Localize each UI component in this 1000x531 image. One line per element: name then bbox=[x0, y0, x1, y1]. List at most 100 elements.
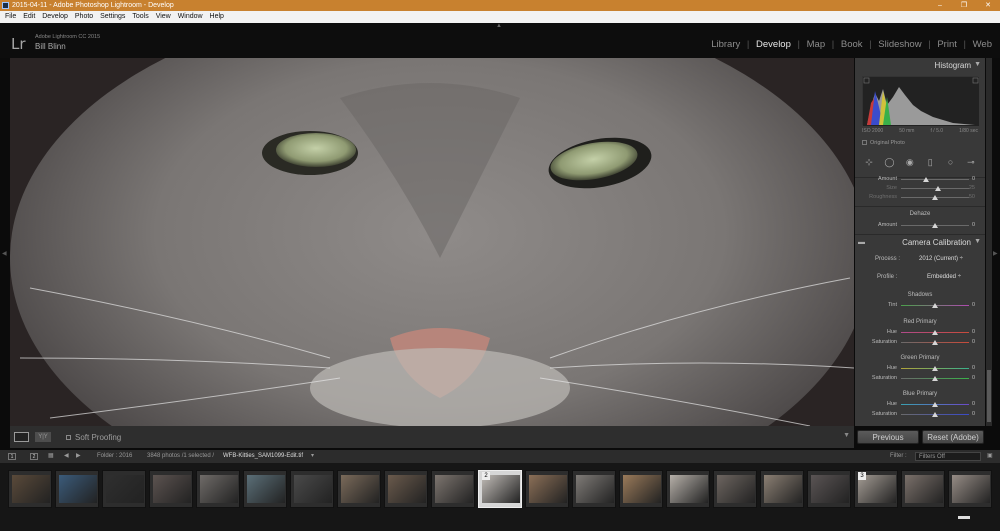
filmstrip-thumbnail[interactable] bbox=[760, 470, 804, 508]
original-photo-toggle[interactable]: Original Photo bbox=[862, 140, 905, 146]
slider-thumb[interactable] bbox=[932, 412, 938, 417]
slider-value[interactable]: 0 bbox=[972, 221, 975, 230]
minimize-button[interactable]: – bbox=[928, 0, 952, 11]
menu-window[interactable]: Window bbox=[178, 11, 203, 23]
filmstrip-thumbnail[interactable] bbox=[8, 470, 52, 508]
module-slideshow[interactable]: Slideshow bbox=[878, 39, 921, 50]
slider-amount[interactable]: Amount 0 bbox=[855, 175, 985, 184]
filmstrip-thumbnail[interactable] bbox=[102, 470, 146, 508]
menu-develop[interactable]: Develop bbox=[42, 11, 68, 23]
reset-adobe-button[interactable]: Reset (Adobe) bbox=[922, 430, 984, 444]
module-develop[interactable]: Develop bbox=[756, 39, 791, 50]
selected-filename[interactable]: WFB-Kitties_SAM1099-Edit.tif bbox=[223, 450, 303, 463]
slider-red-saturation[interactable]: Saturation 0 bbox=[855, 338, 985, 347]
radial-filter-icon[interactable]: ○ bbox=[944, 157, 958, 167]
menu-tools[interactable]: Tools bbox=[132, 11, 148, 23]
folder-source[interactable]: Folder : 2016 bbox=[97, 450, 132, 463]
slider-value[interactable]: 0 bbox=[972, 364, 975, 373]
slider-value[interactable]: 25 bbox=[969, 184, 975, 193]
module-map[interactable]: Map bbox=[807, 39, 825, 50]
slider-value[interactable]: 0 bbox=[972, 374, 975, 383]
filename-dropdown-icon[interactable]: ▾ bbox=[311, 450, 314, 463]
back-arrow-icon[interactable]: ◀ bbox=[64, 450, 69, 463]
filmstrip-scroll-thumb[interactable] bbox=[958, 516, 970, 519]
menu-edit[interactable]: Edit bbox=[23, 11, 35, 23]
histogram[interactable] bbox=[862, 76, 979, 126]
profile-select[interactable]: Embedded ÷ bbox=[927, 274, 961, 280]
filmstrip-thumbnail[interactable] bbox=[55, 470, 99, 508]
slider-value[interactable]: 0 bbox=[972, 301, 975, 310]
slider-thumb[interactable] bbox=[932, 366, 938, 371]
slider-thumb[interactable] bbox=[932, 340, 938, 345]
previous-button[interactable]: Previous bbox=[857, 430, 919, 444]
collapse-top-panel-icon[interactable]: ▲ bbox=[496, 23, 502, 29]
filmstrip-thumbnail[interactable] bbox=[149, 470, 193, 508]
slider-green-hue[interactable]: Hue 0 bbox=[855, 364, 985, 373]
crop-tool-icon[interactable]: ⊹ bbox=[862, 157, 876, 168]
filmstrip-thumbnail[interactable] bbox=[807, 470, 851, 508]
filmstrip-thumbnail[interactable] bbox=[901, 470, 945, 508]
red-eye-icon[interactable]: ◉ bbox=[903, 157, 917, 168]
slider-red-hue[interactable]: Hue 0 bbox=[855, 328, 985, 337]
filmstrip-thumbnail[interactable] bbox=[384, 470, 428, 508]
slider-thumb[interactable] bbox=[932, 402, 938, 407]
slider-value[interactable]: 0 bbox=[972, 175, 975, 184]
main-photo-canvas[interactable] bbox=[10, 58, 854, 426]
module-library[interactable]: Library bbox=[711, 39, 740, 50]
slider-thumb[interactable] bbox=[932, 303, 938, 308]
slider-value[interactable]: 0 bbox=[972, 400, 975, 409]
slider-track[interactable] bbox=[901, 179, 969, 180]
filmstrip-thumbnail[interactable]: 3 bbox=[854, 470, 898, 508]
filter-select[interactable]: Filters Off bbox=[915, 452, 981, 461]
collapse-left-panel-icon[interactable]: ◀ bbox=[2, 250, 7, 257]
menu-photo[interactable]: Photo bbox=[75, 11, 93, 23]
slider-roughness[interactable]: Roughness 50 bbox=[855, 193, 985, 202]
filmstrip-thumbnail[interactable] bbox=[337, 470, 381, 508]
loupe-view-icon[interactable] bbox=[14, 432, 29, 442]
slider-thumb[interactable] bbox=[932, 376, 938, 381]
forward-arrow-icon[interactable]: ▶ bbox=[76, 450, 81, 463]
slider-shadows-tint[interactable]: Tint 0 bbox=[855, 301, 985, 310]
collapse-right-panel-icon[interactable]: ▶ bbox=[993, 250, 998, 257]
slider-dehaze-amount[interactable]: Amount 0 bbox=[855, 221, 985, 230]
graduated-filter-icon[interactable]: ▯ bbox=[923, 157, 937, 168]
original-photo-checkbox[interactable] bbox=[862, 140, 867, 146]
slider-thumb[interactable] bbox=[932, 195, 938, 200]
right-panel-scrollbar[interactable] bbox=[986, 58, 992, 426]
close-button[interactable]: ✕ bbox=[976, 0, 1000, 11]
toolbar-options-icon[interactable]: ▼ bbox=[843, 432, 850, 439]
menu-file[interactable]: File bbox=[5, 11, 16, 23]
slider-value[interactable]: 0 bbox=[972, 328, 975, 337]
module-print[interactable]: Print bbox=[937, 39, 957, 50]
slider-size[interactable]: Size 25 bbox=[855, 184, 985, 193]
grid-view-icon[interactable]: ▦ bbox=[48, 450, 54, 463]
filter-toggle-icon[interactable]: ▣ bbox=[987, 450, 993, 463]
filmstrip-thumbnail[interactable] bbox=[572, 470, 616, 508]
slider-thumb[interactable] bbox=[923, 177, 929, 182]
menu-view[interactable]: View bbox=[156, 11, 171, 23]
filmstrip-thumbnail[interactable]: 2 bbox=[478, 470, 522, 508]
filmstrip-thumbnail[interactable] bbox=[619, 470, 663, 508]
slider-blue-hue[interactable]: Hue 0 bbox=[855, 400, 985, 409]
module-web[interactable]: Web bbox=[973, 39, 992, 50]
filmstrip-thumbnail[interactable] bbox=[196, 470, 240, 508]
before-after-view-button[interactable]: Y|Y bbox=[35, 432, 51, 442]
process-select[interactable]: 2012 (Current) ÷ bbox=[919, 256, 963, 262]
collapse-calibration-icon[interactable]: ▼ bbox=[974, 238, 981, 245]
slider-blue-saturation[interactable]: Saturation 0 bbox=[855, 410, 985, 419]
module-book[interactable]: Book bbox=[841, 39, 863, 50]
filmstrip-thumbnail[interactable] bbox=[713, 470, 757, 508]
histogram-header[interactable]: Histogram bbox=[855, 59, 985, 73]
slider-value[interactable]: 50 bbox=[969, 193, 975, 202]
menu-settings[interactable]: Settings bbox=[100, 11, 125, 23]
adjustment-brush-icon[interactable]: ⊸ bbox=[964, 157, 978, 168]
slider-value[interactable]: 0 bbox=[972, 338, 975, 347]
filmstrip-thumbnail[interactable] bbox=[290, 470, 334, 508]
scrollbar-thumb[interactable] bbox=[987, 370, 991, 422]
filmstrip-thumbnail[interactable] bbox=[948, 470, 992, 508]
camera-calibration-header[interactable]: Camera Calibration bbox=[855, 236, 985, 250]
slider-green-saturation[interactable]: Saturation 0 bbox=[855, 374, 985, 383]
secondary-screen-button[interactable]: 2 bbox=[30, 453, 38, 460]
maximize-button[interactable]: ❐ bbox=[952, 0, 976, 11]
filmstrip-thumbnail[interactable] bbox=[243, 470, 287, 508]
